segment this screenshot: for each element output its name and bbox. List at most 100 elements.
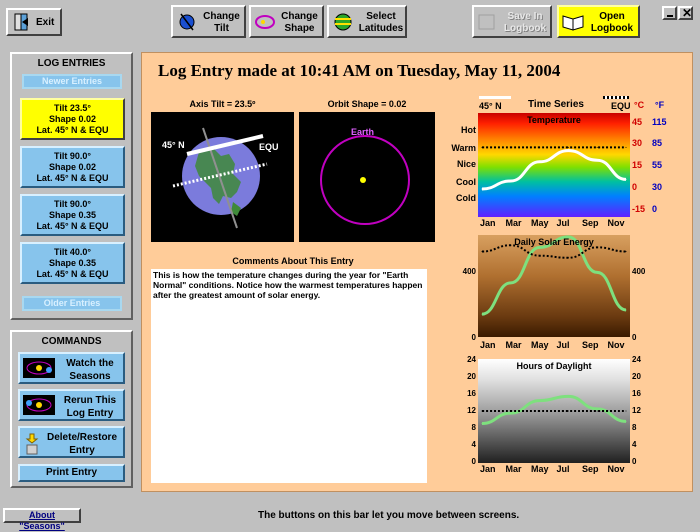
close-button[interactable]: ✕ xyxy=(678,6,693,20)
month-tick-label: Sep xyxy=(582,464,599,474)
temp-word-label: Cold xyxy=(456,193,476,203)
change-shape-button[interactable]: Change Shape xyxy=(249,5,324,38)
door-icon xyxy=(14,13,28,31)
data-point xyxy=(596,410,598,412)
log-entry-line: Tilt 90.0° xyxy=(54,151,91,161)
log-entry-line: Lat. 45° N & EQU xyxy=(36,173,109,183)
month-tick-label: May xyxy=(531,340,549,350)
data-point xyxy=(625,309,627,311)
daylight-tick-left: 16 xyxy=(467,389,476,398)
log-entries-title: LOG ENTRIES xyxy=(37,58,106,69)
daylight-chart: Hours of Daylight xyxy=(478,359,630,463)
orbit-ellipse-icon xyxy=(255,15,275,29)
rerun-entry-label: Rerun This Log Entry xyxy=(63,395,117,419)
open-book-icon xyxy=(562,15,584,31)
ts-title: Time Series xyxy=(528,99,584,110)
temp-word-label: Cool xyxy=(456,177,476,187)
select-latitudes-label: Select Latitudes xyxy=(358,11,404,34)
data-point xyxy=(481,313,483,315)
about-seasons-button[interactable]: About "Seasons" xyxy=(3,508,81,531)
newer-entries-button[interactable]: Newer Entries xyxy=(22,74,122,89)
solar-energy-title: Daily Solar Energy xyxy=(514,237,594,247)
daylight-plot xyxy=(481,394,627,425)
older-entries-button[interactable]: Older Entries xyxy=(22,296,122,311)
logbook-save-icon xyxy=(478,14,495,30)
solar-tick-right: 400 xyxy=(632,267,646,276)
trash-can-icon xyxy=(25,433,39,455)
ts-unit-c: °C xyxy=(634,100,645,110)
log-entry-line: Shape 0.35 xyxy=(48,210,97,220)
temp-f-tick: 30 xyxy=(652,182,663,192)
open-logbook-button[interactable]: Open Logbook xyxy=(557,5,640,38)
data-point xyxy=(510,180,512,182)
data-point xyxy=(539,146,541,148)
data-point xyxy=(567,150,569,152)
month-tick-label: Jan xyxy=(480,340,496,350)
orbit-earth-label: Earth xyxy=(351,127,375,137)
solar-tick-left: 0 xyxy=(471,333,476,342)
change-tilt-button[interactable]: Change Tilt xyxy=(171,5,246,38)
month-tick-label: Jul xyxy=(556,218,570,228)
month-tick-label: May xyxy=(531,218,549,228)
temperature-title: Temperature xyxy=(527,115,581,125)
delete-restore-label: Delete/Restore Entry xyxy=(46,432,118,456)
month-tick-label: Sep xyxy=(582,218,599,228)
log-entry-item[interactable]: Tilt 40.0° Shape 0.35 Lat. 45° N & EQU xyxy=(20,242,125,284)
save-in-logbook-button[interactable]: Save In Logbook xyxy=(472,5,552,38)
data-point xyxy=(510,410,512,412)
series-line-lat45 xyxy=(481,394,627,425)
orbit-animation-icon xyxy=(23,358,55,378)
tilted-globe-icon xyxy=(179,13,195,31)
ts-unit-f: °F xyxy=(655,100,665,110)
exit-button[interactable]: Exit xyxy=(6,8,62,36)
save-in-logbook-label: Save In Logbook xyxy=(503,11,547,34)
log-entry-line: Lat. 45° N & EQU xyxy=(36,221,109,231)
data-point xyxy=(510,146,512,148)
comments-title: Comments About This Entry xyxy=(232,256,354,266)
exit-label: Exit xyxy=(36,17,55,28)
axis-tilt-label: Axis Tilt = 23.5º xyxy=(189,99,256,109)
month-tick-label: Jul xyxy=(556,340,570,350)
log-entry-line: Shape 0.02 xyxy=(48,162,97,172)
ts-legend-lat45: 45° N xyxy=(479,101,502,111)
solar-energy-plot xyxy=(481,235,627,316)
data-point xyxy=(596,271,598,273)
rerun-entry-button[interactable]: Rerun This Log Entry xyxy=(18,389,125,421)
commands-panel: COMMANDS Watch the Seasons Rerun This Log … xyxy=(10,330,133,488)
daylight-tick-left: 20 xyxy=(467,372,476,381)
data-point xyxy=(481,146,483,148)
month-tick-label: Jan xyxy=(480,218,496,228)
data-point xyxy=(625,410,627,412)
data-point xyxy=(539,400,541,402)
select-latitudes-button[interactable]: Select Latitudes xyxy=(327,5,407,38)
watch-seasons-button[interactable]: Watch the Seasons xyxy=(18,352,125,384)
log-entry-panel: Log Entry made at 10:41 AM on Tuesday, M… xyxy=(141,52,693,492)
comments-textarea[interactable]: This is how the temperature changes duri… xyxy=(151,269,427,483)
temp-word-label: Hot xyxy=(461,125,476,135)
log-entry-item[interactable]: Tilt 90.0° Shape 0.02 Lat. 45° N & EQU xyxy=(20,146,125,188)
data-point xyxy=(481,410,483,412)
watch-seasons-label: Watch the Seasons xyxy=(66,358,114,382)
daylight-tick-left: 0 xyxy=(471,457,476,466)
month-tick-label: Nov xyxy=(607,464,625,474)
daylight-tick-right: 8 xyxy=(632,423,637,432)
log-entry-line: Tilt 90.0° xyxy=(54,199,91,209)
daylight-tick-right: 16 xyxy=(632,389,641,398)
temp-c-tick: 45 xyxy=(632,117,643,127)
commands-title: COMMANDS xyxy=(41,336,102,347)
delete-restore-button[interactable]: Delete/Restore Entry xyxy=(18,426,125,458)
log-entry-item[interactable]: Tilt 90.0° Shape 0.35 Lat. 45° N & EQU xyxy=(20,194,125,236)
data-point xyxy=(567,257,569,259)
month-tick-label: Jan xyxy=(480,464,496,474)
log-entry-item[interactable]: Tilt 23.5° Shape 0.02 Lat. 45° N & EQU xyxy=(20,98,125,140)
data-point xyxy=(567,395,569,397)
daylight-tick-right: 0 xyxy=(632,457,637,466)
minimize-button[interactable] xyxy=(662,6,677,20)
solar-tick-left: 400 xyxy=(462,267,476,276)
data-point xyxy=(567,146,569,148)
print-entry-button[interactable]: Print Entry xyxy=(18,464,125,482)
temperature-plot xyxy=(481,146,627,191)
daylight-title: Hours of Daylight xyxy=(516,361,592,371)
data-point xyxy=(596,146,598,148)
temp-f-tick: 55 xyxy=(652,160,663,170)
